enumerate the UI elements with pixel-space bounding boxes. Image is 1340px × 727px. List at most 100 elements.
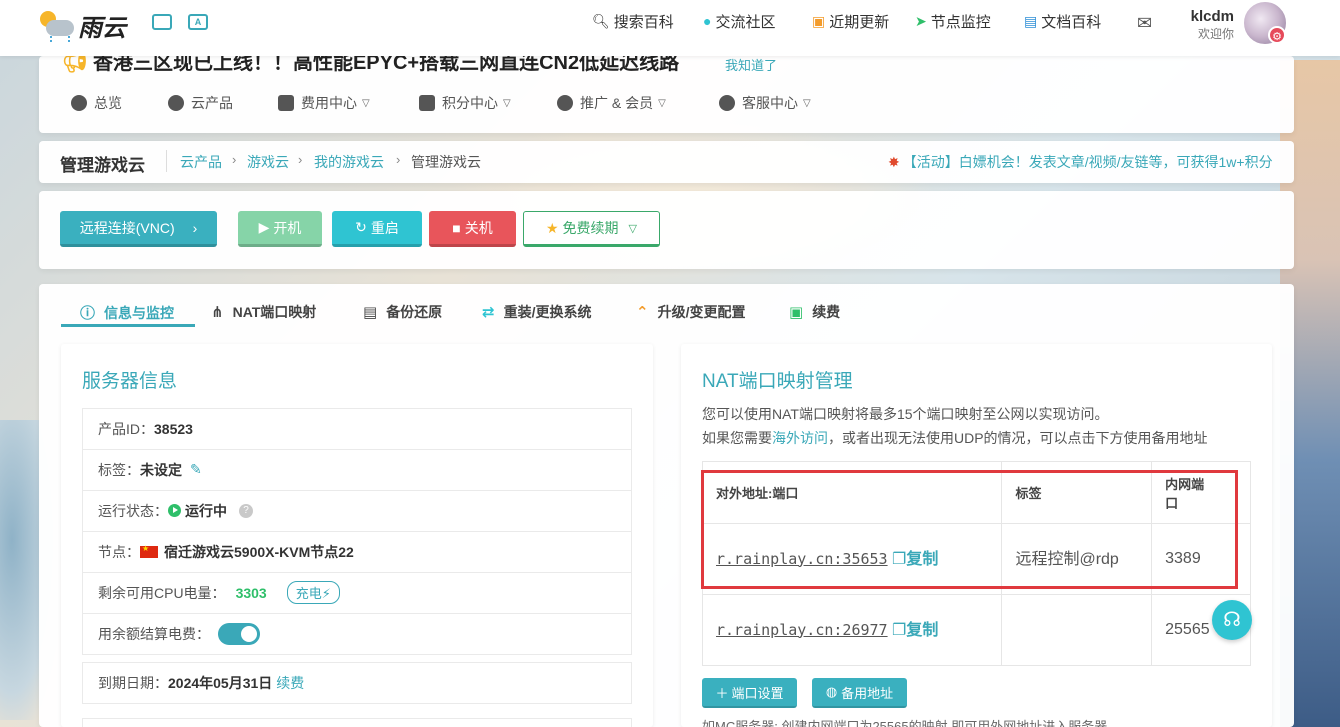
chevron-down-icon: ▽ — [803, 97, 811, 109]
node-row: 节点： 宿迁游戏云5900X-KVM节点22 — [82, 531, 632, 573]
free-renew-button[interactable]: ★ 免费续期 ▽ — [523, 211, 660, 247]
page-title: 管理游戏云 — [60, 156, 145, 175]
product-id-row: 产品ID： 38523 — [82, 408, 632, 450]
nat-description: 您可以使用NAT端口映射将最多15个端口映射至公网以实现访问。 — [702, 406, 1109, 422]
renew-link[interactable]: 续费 — [276, 673, 304, 693]
tab-renew[interactable]: ▣ 续费 — [789, 302, 840, 322]
vnc-button[interactable]: 远程连接(VNC) › — [60, 211, 217, 247]
gift-icon — [419, 95, 435, 111]
menu-points[interactable]: 积分中心 ▽ — [419, 93, 511, 113]
nat-description-2: 如果您需要海外访问，或者出现无法使用UDP的情况，可以点击下方使用备用地址 — [702, 430, 1208, 446]
bell-icon: ● — [703, 13, 712, 29]
nav-monitor[interactable]: ➤ 节点监控 — [915, 0, 991, 42]
tab-info-monitor[interactable]: ⓘ 信息与监控 — [80, 302, 174, 323]
plus-icon: ＋ — [715, 685, 729, 701]
copy-button[interactable]: ❐复制 — [892, 622, 938, 639]
breadcrumb-game-cloud: 游戏云 — [247, 154, 289, 170]
divider — [82, 718, 632, 727]
tab-nat[interactable]: ⋔ NAT端口映射 — [211, 302, 316, 322]
money-icon — [278, 95, 294, 111]
headset-icon — [719, 95, 735, 111]
tab-backup[interactable]: ▤ 备份还原 — [363, 302, 442, 322]
chevron-down-icon: ▽ — [658, 97, 666, 109]
backup-address-button[interactable]: ◍ 备用地址 — [812, 678, 907, 708]
actions-card — [39, 191, 1294, 269]
question-icon[interactable]: ? — [239, 503, 253, 518]
menu-promo[interactable]: 推广 & 会员 ▽ — [557, 93, 666, 113]
chevron-down-icon: ▽ — [628, 222, 638, 235]
balance-toggle[interactable] — [218, 622, 260, 645]
stop-button[interactable]: ■ 关机 — [429, 211, 516, 247]
breadcrumb-my-game-cloud: 我的游戏云 — [314, 154, 384, 170]
nat-footnote: 如MC服务器: 创建内网端口为25565的映射,即可用外网地址进入服务器 — [702, 719, 1108, 727]
chevron-right-icon: › — [396, 152, 401, 167]
charge-button[interactable]: 充电⚡︎ — [286, 581, 340, 604]
logo-text: 雨云 — [78, 14, 126, 42]
menu-support[interactable]: 客服中心 ▽ — [719, 93, 811, 113]
logo[interactable]: 雨云 — [38, 8, 126, 43]
tab-upgrade[interactable]: ⌃ 升级/变更配置 — [636, 302, 745, 322]
refresh-icon: ↻ — [355, 219, 367, 235]
globe-icon: ◍ — [825, 684, 838, 699]
explosion-icon: ✸ — [888, 154, 900, 170]
exchange-icon: ⇄ — [482, 304, 495, 321]
breadcrumb-products: 云产品 — [180, 154, 222, 170]
nav-community[interactable]: ● 交流社区 — [703, 0, 775, 42]
dashboard-icon — [71, 95, 87, 111]
nav-docs[interactable]: ▤ 文档百科 — [1024, 0, 1101, 42]
info-icon: ⓘ — [80, 305, 96, 322]
lightning-icon: ⚡︎ — [321, 586, 331, 601]
china-flag-icon — [140, 544, 158, 558]
tag-row: 标签： 未设定 ✎ — [82, 449, 632, 491]
stop-icon: ■ — [452, 219, 461, 236]
play-icon: ▶ — [258, 219, 270, 235]
chevron-right-icon: › — [232, 152, 237, 167]
menu-billing[interactable]: 费用中心 ▽ — [278, 93, 370, 113]
calendar-icon: ▣ — [812, 12, 826, 29]
highlight-box — [701, 470, 1238, 589]
port-settings-button[interactable]: ＋端口设置 — [702, 678, 797, 708]
restart-button[interactable]: ↻ 重启 — [332, 211, 422, 247]
translate-icon[interactable]: A — [188, 14, 208, 30]
status-row: 运行状态： 运行中 ? — [82, 490, 632, 532]
overseas-link[interactable]: 海外访问 — [772, 430, 828, 446]
chevron-right-icon: › — [192, 219, 198, 236]
customer-support-icon[interactable]: ☊ — [1212, 600, 1252, 640]
top-bar: 雨云 A 🔍︎ 搜索百科 ● 交流社区 ▣ 近期更新 ➤ 节点监控 ▤ 文档百科… — [0, 0, 1340, 56]
divider — [166, 150, 167, 172]
mail-icon[interactable]: ✉ — [1137, 2, 1152, 44]
table-row: r.rainplay.cn:26977 ❐复制 25565 — [701, 594, 1251, 666]
weather-logo-icon — [38, 10, 74, 42]
balance-row: 用余额结算电费： — [82, 613, 632, 655]
nat-address[interactable]: r.rainplay.cn:26977 — [716, 621, 888, 639]
nav-updates[interactable]: ▣ 近期更新 — [812, 0, 889, 42]
server-info-title: 服务器信息 — [82, 371, 178, 392]
book-icon: ▤ — [1024, 12, 1038, 29]
settings-gear-icon[interactable]: ⚙ — [1268, 26, 1286, 44]
chevron-down-icon: ▽ — [503, 97, 511, 109]
edit-icon[interactable]: ✎ — [190, 461, 202, 478]
money-icon: ▣ — [789, 304, 804, 321]
activity-link[interactable]: ✸ 【活动】白嫖机会！发表文章/视频/友链等，可获得1w+积分 — [888, 152, 1273, 172]
announcement-dismiss-link[interactable]: 我知道了 — [725, 55, 777, 74]
cubes-icon — [168, 95, 184, 111]
menu-products[interactable]: 云产品 — [168, 93, 233, 113]
start-button[interactable]: ▶ 开机 — [238, 211, 322, 247]
menu-overview[interactable]: 总览 — [71, 93, 122, 113]
nav-search[interactable]: 🔍︎ 搜索百科 — [592, 0, 674, 42]
network-icon: ⋔ — [211, 304, 224, 321]
chevron-right-icon: › — [298, 152, 303, 167]
expire-row: 到期日期： 2024年05月31日 续费 — [82, 662, 632, 704]
upgrade-icon: ⌃ — [636, 304, 649, 321]
tab-reinstall[interactable]: ⇄ 重装/更换系统 — [482, 302, 591, 322]
send-icon: ➤ — [915, 12, 927, 29]
nat-label — [1001, 594, 1153, 666]
image-icon[interactable] — [152, 14, 172, 30]
cpu-row: 剩余可用CPU电量： 3303 充电⚡︎ — [82, 572, 632, 614]
copy-icon: ❐ — [892, 621, 907, 639]
breadcrumb-current: 管理游戏云 — [411, 154, 481, 170]
active-tab-indicator — [61, 324, 195, 327]
search-icon: 🔍︎ — [592, 12, 610, 29]
play-circle-icon — [168, 504, 181, 517]
user-info[interactable]: klcdm 欢迎你 — [1186, 8, 1234, 42]
